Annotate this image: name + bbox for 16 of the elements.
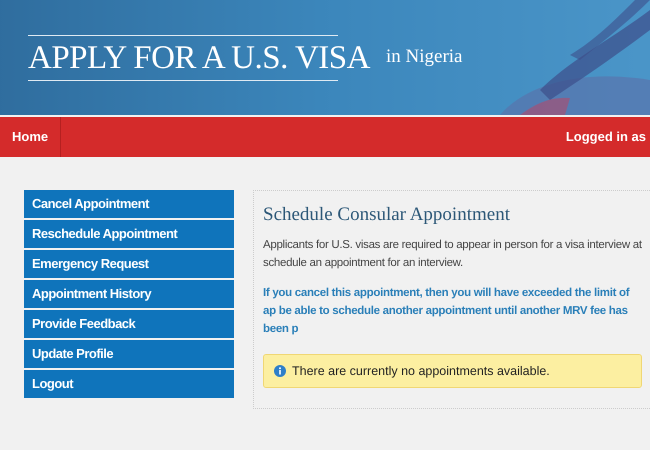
sidebar-link[interactable]: Logout xyxy=(24,370,234,398)
sidebar-link[interactable]: Provide Feedback xyxy=(24,310,234,338)
info-icon xyxy=(274,364,286,377)
sidebar-link[interactable]: Cancel Appointment xyxy=(24,190,234,218)
paragraph-text: If you cancel this appointment, then you will have exceeded the limit of ap be able to schedule another appointment until another MRV fee has been p xyxy=(263,286,631,336)
paragraph-text: Applicants for U.S. visas are required to appear in person for a visa interview at schedule an appointment for an interview. xyxy=(263,238,642,270)
site-title: APPLY FOR A U.S. VISA xyxy=(28,38,370,78)
sidebar-link[interactable]: Appointment History xyxy=(24,280,234,308)
sidebar-link[interactable]: Reschedule Appointment xyxy=(24,220,234,248)
site-subtitle: in Nigeria xyxy=(386,45,462,70)
logged-in-text: Logged in as xyxy=(566,128,647,146)
sidebar-link[interactable]: Emergency Request xyxy=(24,250,234,278)
nav-link[interactable]: Home xyxy=(0,117,62,157)
alert-text: There are currently no appointments available. xyxy=(292,362,550,380)
page-heading: Schedule Consular Appointment xyxy=(263,203,511,227)
sidebar-link[interactable]: Update Profile xyxy=(24,340,234,368)
